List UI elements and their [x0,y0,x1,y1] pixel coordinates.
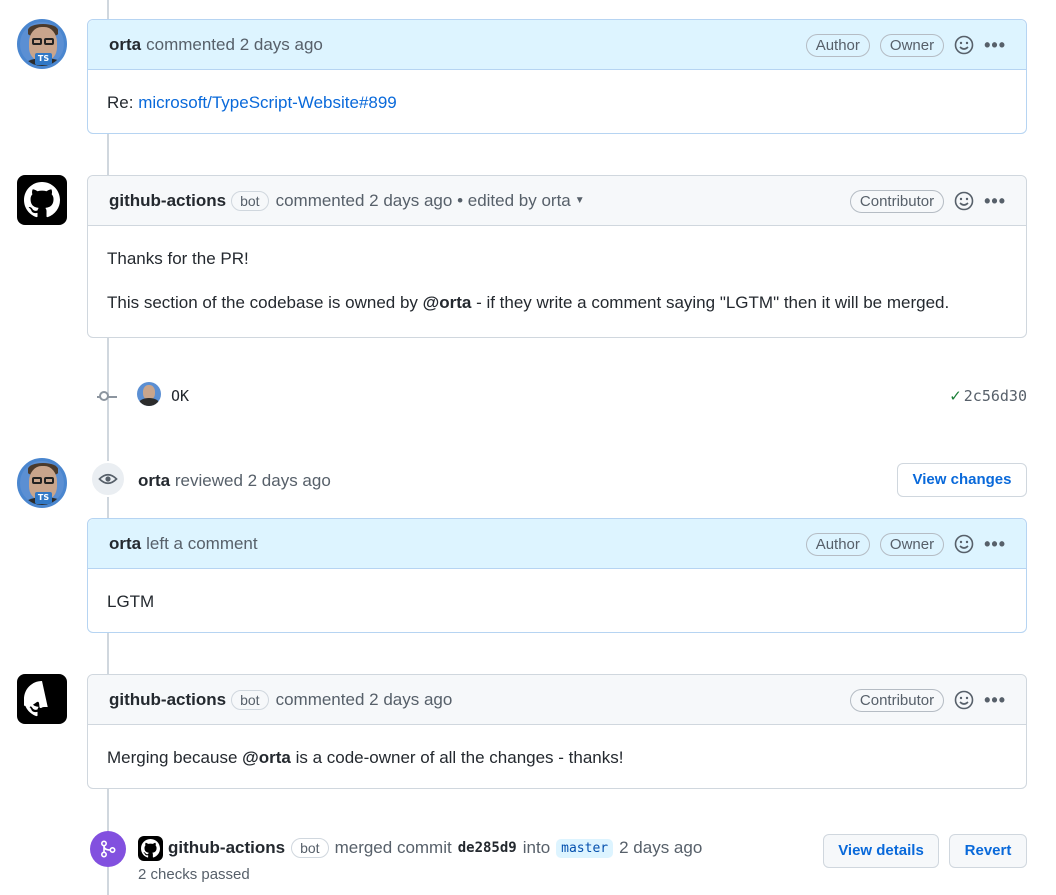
revert-button[interactable]: Revert [949,834,1027,868]
body-text: This section of the codebase is owned by [107,292,423,312]
comment-header: orta commented 2 days ago Author Owner •… [88,20,1026,70]
body-text: - if they write a comment saying "LGTM" … [471,292,950,312]
user-mention[interactable]: @orta [242,748,291,767]
kebab-menu-icon[interactable]: ••• [984,691,1006,709]
comment-time[interactable]: 2 days ago [369,690,452,710]
merge-summary: github-actions bot merged commit de285d9… [168,838,702,858]
comment: orta left a comment Author Owner ••• LGT… [87,518,1027,633]
edited-dropdown[interactable]: • edited by orta [457,191,571,211]
timeline-line [107,134,109,176]
review-action: reviewed 2 days ago [174,471,331,490]
git-merge-icon [90,831,126,867]
commit-row: OK ✓ 2c56d30 [87,380,1027,414]
body-prefix: Re: [107,93,139,112]
smiley-icon[interactable] [954,690,974,710]
comment-body: Re: microsoft/TypeScript-Website#899 [88,70,1026,137]
comment-action: left a comment [146,533,258,553]
comment-author[interactable]: orta [109,35,141,55]
kebab-menu-icon[interactable]: ••• [984,36,1006,54]
comment-author[interactable]: github-actions [109,690,226,710]
timeline-line [107,788,109,832]
comment-header: github-actions bot commented 2 days ago … [88,176,1026,226]
merge-time[interactable]: 2 days ago [619,838,702,858]
avatar[interactable]: TS [17,19,67,69]
merge-author[interactable]: github-actions [168,838,285,858]
author-badge: Author [805,33,870,57]
timeline-line [107,633,109,675]
check-icon: ✓ [949,387,962,405]
comment: orta commented 2 days ago Author Owner •… [87,19,1027,134]
comment-time[interactable]: 2 days ago [369,191,452,211]
kebab-menu-icon[interactable]: ••• [984,192,1006,210]
smiley-icon[interactable] [954,35,974,55]
body-text: Merging because [107,748,243,767]
merge-action: merged commit [334,838,452,857]
caret-down-icon[interactable]: ▼ [575,195,585,206]
timeline-line [107,867,109,895]
comment: github-actions bot commented 2 days ago … [87,674,1027,789]
body-line: Thanks for the PR! [107,249,249,268]
merge-author-avatar[interactable] [138,836,163,861]
timeline-line [107,497,109,519]
user-mention[interactable]: @orta [423,293,472,312]
comment-body: Merging because @orta is a code-owner of… [88,725,1026,792]
view-details-button[interactable]: View details [823,834,939,868]
comment-author[interactable]: orta [109,534,141,554]
github-logo-icon [24,182,60,218]
comment-action: commented [275,190,365,210]
timeline-line [107,0,109,20]
body-text: is a code-owner of all the changes - tha… [290,748,624,767]
review-author[interactable]: orta [138,471,170,490]
contributor-badge: Contributor [849,189,945,213]
contributor-badge: Contributor [849,688,945,712]
comment: github-actions bot commented 2 days ago … [87,175,1027,338]
view-changes-button[interactable]: View changes [897,463,1027,497]
comment-action: commented [275,689,365,709]
commit-author-avatar[interactable] [137,382,161,406]
checks-status[interactable]: 2 checks passed [138,866,250,883]
comment-body: Thanks for the PR! This section of the c… [88,226,1026,337]
eye-icon [90,461,126,497]
avatar[interactable] [17,674,67,724]
commit-message[interactable]: OK [171,387,189,405]
comment-author[interactable]: github-actions [109,191,226,211]
bot-badge: bot [231,190,269,211]
owner-badge: Owner [879,532,945,556]
issue-link[interactable]: microsoft/TypeScript-Website#899 [138,93,397,112]
review-summary: orta reviewed 2 days ago [138,471,331,491]
avatar[interactable]: TS [17,458,67,508]
github-logo-icon [24,681,48,717]
branch-name[interactable]: master [556,838,614,858]
github-logo-icon [141,839,160,858]
comment-header: github-actions bot commented 2 days ago … [88,675,1026,725]
commit-sha-text[interactable]: 2c56d30 [964,387,1027,405]
comment-time[interactable]: 2 days ago [240,35,323,55]
avatar[interactable] [17,175,67,225]
author-badge: Author [805,532,870,556]
comment-body: LGTM [88,569,1026,636]
commit-node-icon [99,391,109,401]
smiley-icon[interactable] [954,191,974,211]
bot-badge: bot [231,689,269,710]
bot-badge: bot [291,838,329,858]
comment-header: orta left a comment Author Owner ••• [88,519,1026,569]
merge-commit-id[interactable]: de285d9 [458,840,517,856]
smiley-icon[interactable] [954,534,974,554]
merge-into: into [522,838,551,857]
comment-action: commented [146,34,235,54]
commit-sha[interactable]: ✓ 2c56d30 [949,387,1027,405]
body-line: LGTM [107,592,155,611]
kebab-menu-icon[interactable]: ••• [984,535,1006,553]
owner-badge: Owner [879,33,945,57]
